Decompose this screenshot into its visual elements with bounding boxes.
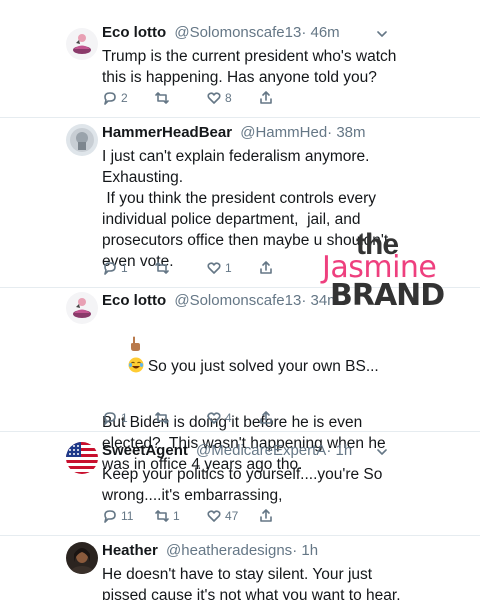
like-button[interactable]: 8: [206, 90, 258, 106]
avatar[interactable]: [66, 542, 98, 574]
share-icon: [260, 261, 272, 274]
retweet-count: 1: [173, 509, 180, 523]
avatar-image: [66, 124, 98, 156]
reply-button[interactable]: 1: [102, 410, 154, 426]
tweet-header: Eco lotto @Solomonscafe13· 46m: [102, 24, 420, 42]
tweet-actions: 2 8: [102, 88, 310, 108]
pointing-hand-icon: [130, 336, 140, 351]
heart-icon: [207, 92, 221, 104]
tweet-header: SweetAgent @MedicareExpertA· 1h: [102, 442, 420, 460]
share-icon: [260, 411, 272, 424]
like-button[interactable]: 47: [206, 508, 258, 524]
avatar[interactable]: [66, 124, 98, 156]
display-name[interactable]: SweetAgent: [102, 442, 188, 459]
retweet-icon: [155, 412, 169, 424]
the-jasmine-brand-watermark: the Jasmine BRAND: [318, 228, 478, 318]
retweet-icon: [155, 510, 169, 522]
tweet-actions: 1 1: [102, 258, 310, 278]
heart-icon: [207, 262, 221, 274]
reply-icon: [104, 92, 116, 105]
reply-button[interactable]: 2: [102, 90, 154, 106]
user-handle[interactable]: @Solomonscafe13: [174, 24, 301, 41]
tweet-text-line1: So you just solved your own BS...: [147, 358, 379, 375]
retweet-button[interactable]: 1: [154, 508, 206, 524]
user-handle[interactable]: @HammHed: [240, 124, 327, 141]
avatar-image: [66, 292, 98, 324]
retweet-icon: [155, 262, 169, 274]
reply-count: 1: [121, 261, 128, 275]
timestamp[interactable]: · 46m: [301, 24, 339, 41]
tweet-header: Heather @heatheradesigns· 1h: [102, 542, 420, 560]
avatar-image: [66, 28, 98, 60]
chevron-down-icon[interactable]: [376, 28, 388, 40]
timestamp[interactable]: · 1h: [292, 542, 318, 559]
avatar-image: [66, 542, 98, 574]
tweet-4[interactable]: SweetAgent @MedicareExpertA· 1h Keep you…: [0, 432, 480, 536]
retweet-button[interactable]: [154, 90, 206, 106]
reply-icon: [104, 412, 116, 425]
share-icon: [260, 509, 272, 522]
like-button[interactable]: 1: [206, 260, 258, 276]
user-handle[interactable]: @MedicareExpertA: [196, 442, 326, 459]
timestamp[interactable]: · 1h: [326, 442, 352, 459]
tweet-5[interactable]: Heather @heatheradesigns· 1h He doesn't …: [0, 536, 480, 600]
share-button[interactable]: [258, 260, 310, 276]
avatar[interactable]: [66, 28, 98, 60]
reply-count: 11: [121, 509, 134, 523]
reply-button[interactable]: 11: [102, 508, 154, 524]
retweet-button[interactable]: [154, 260, 206, 276]
tweet-first-line: So you just solved your own BS...: [102, 314, 420, 398]
us-flag-avatar-icon: [66, 442, 98, 474]
user-handle[interactable]: @heatheradesigns: [166, 542, 292, 559]
heart-icon: [207, 510, 221, 522]
avatar[interactable]: [66, 442, 98, 474]
tweet-actions: 1 4: [102, 408, 310, 428]
tweet-text: He doesn't have to stay silent. Your jus…: [102, 566, 401, 600]
avatar[interactable]: [66, 292, 98, 324]
retweet-icon: [155, 92, 169, 104]
like-count: 47: [225, 509, 239, 523]
reply-icon: [104, 510, 116, 523]
like-button[interactable]: 4: [206, 410, 258, 426]
laughing-emoji-icon: [128, 357, 144, 373]
watermark-brand: BRAND: [330, 278, 445, 313]
like-count: 8: [225, 91, 232, 105]
display-name[interactable]: Eco lotto: [102, 292, 166, 309]
display-name[interactable]: HammerHeadBear: [102, 124, 232, 141]
tweet-actions: 11 1 47: [102, 506, 310, 526]
tweet-text: Trump is the current president who's wat…: [102, 48, 397, 86]
share-icon: [260, 91, 272, 104]
like-count: 1: [225, 261, 232, 275]
share-button[interactable]: [258, 90, 310, 106]
user-handle[interactable]: @Solomonscafe13: [174, 292, 301, 309]
share-button[interactable]: [258, 410, 310, 426]
reply-count: 2: [121, 91, 128, 105]
tweet-1[interactable]: Eco lotto @Solomonscafe13· 46m Trump is …: [0, 0, 480, 118]
retweet-button[interactable]: [154, 410, 206, 426]
tweet-header: HammerHeadBear @HammHed· 38m: [102, 124, 420, 142]
tweet-text: Keep your politics to yourself....you're…: [102, 466, 383, 504]
share-button[interactable]: [258, 508, 310, 524]
display-name[interactable]: Heather: [102, 542, 158, 559]
reply-button[interactable]: 1: [102, 260, 154, 276]
reply-icon: [104, 262, 116, 275]
like-count: 4: [225, 411, 232, 425]
timestamp[interactable]: · 38m: [327, 124, 365, 141]
chevron-down-icon[interactable]: [376, 446, 388, 458]
heart-icon: [207, 412, 221, 424]
display-name[interactable]: Eco lotto: [102, 24, 166, 41]
reply-count: 1: [121, 411, 128, 425]
